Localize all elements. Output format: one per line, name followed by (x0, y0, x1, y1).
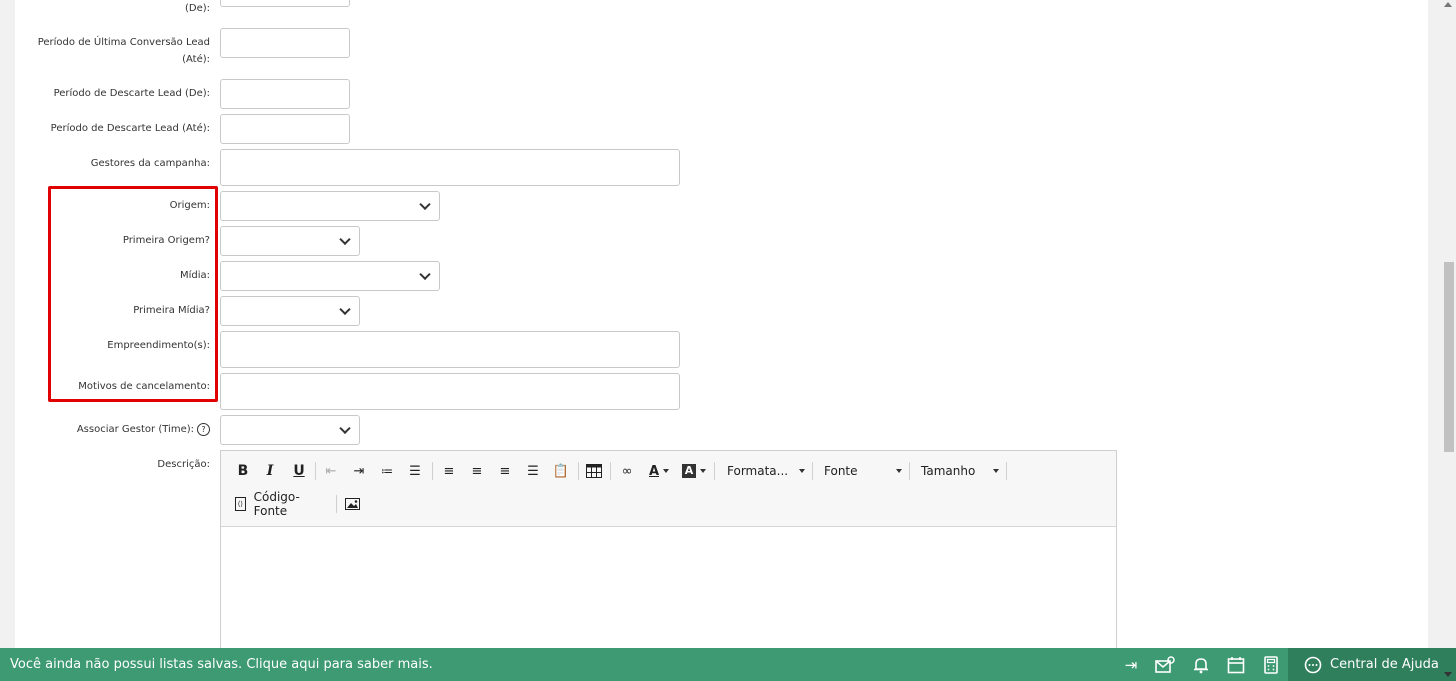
toolbar-separator (578, 462, 579, 480)
chevron-down-icon (799, 469, 805, 473)
toolbar-separator (812, 462, 813, 480)
field-label-assign-manager: Associar Gestor (Time):? (15, 421, 210, 438)
source-code-icon: ⟨⟩ (235, 497, 246, 511)
saved-lists-message[interactable]: Você ainda não possui listas salvas. Cli… (10, 657, 433, 672)
field-label-description: Descrição: (157, 459, 210, 470)
field-label-campaign-managers: Gestores da campanha: (90, 158, 210, 169)
assign-manager-select[interactable] (220, 415, 360, 445)
assign-manager-label-text: Associar Gestor (Time): (76, 424, 194, 435)
period-last-conversion-from-input[interactable] (220, 0, 350, 7)
toolbar-separator (315, 462, 316, 480)
campaign-managers-input[interactable] (220, 149, 680, 186)
toolbar-separator (1006, 462, 1007, 480)
scroll-up-icon[interactable] (1444, 2, 1452, 7)
first-origin-select[interactable] (220, 226, 360, 256)
help-center-button[interactable]: Central de Ajuda (1288, 648, 1456, 681)
first-media-select[interactable] (220, 296, 360, 326)
calendar-icon[interactable] (1226, 655, 1246, 675)
field-label-last-conversion: Período de Última Conversão Lead (37, 37, 210, 48)
chevron-down-icon (896, 469, 902, 473)
indent-icon[interactable]: ⇥ (349, 460, 369, 482)
numbered-list-icon[interactable]: ≔ (377, 460, 397, 482)
toolbar-separator (610, 462, 611, 480)
toolbar-separator (336, 495, 337, 513)
vertical-scrollbar[interactable] (1440, 0, 1456, 648)
link-icon[interactable]: ∞ (617, 460, 637, 482)
bullet-list-icon[interactable]: ☰ (405, 460, 425, 482)
size-dropdown[interactable]: Tamanho (921, 460, 999, 482)
period-discard-to-input[interactable] (220, 114, 350, 144)
scroll-down-icon[interactable] (1444, 672, 1452, 677)
bottom-notification-bar: Você ainda não possui listas salvas. Cli… (0, 648, 1456, 681)
origin-select[interactable] (220, 191, 440, 221)
scrollbar-thumb[interactable] (1444, 262, 1454, 452)
help-icon[interactable]: ? (197, 422, 210, 436)
source-code-label: Código-Fonte (253, 490, 300, 518)
bell-icon[interactable] (1191, 655, 1211, 675)
align-center-icon[interactable]: ≡ (467, 460, 487, 482)
chevron-down-icon (993, 469, 999, 473)
mail-settings-icon[interactable] (1155, 655, 1175, 675)
period-last-conversion-to-input[interactable] (220, 28, 350, 58)
paste-icon[interactable]: 📋 (551, 460, 571, 482)
font-dropdown[interactable]: Fonte (824, 460, 902, 482)
highlight-box (48, 186, 218, 402)
font-dropdown-label: Fonte (824, 464, 858, 478)
form-page: (De): Período de Última Conversão Lead (… (15, 0, 1428, 648)
format-dropdown-label: Formata... (727, 464, 789, 478)
editor-toolbar: B I U ⇤ ⇥ ≔ ☰ ≡ ≡ ≡ ☰ 📋 ∞ A A Formata...… (221, 451, 1116, 527)
background-color-icon[interactable]: A (679, 460, 709, 482)
exit-to-right-icon[interactable]: ⇥ (1121, 655, 1141, 675)
toolbar-separator (714, 462, 715, 480)
align-right-icon[interactable]: ≡ (495, 460, 515, 482)
source-code-button[interactable]: ⟨⟩ Código-Fonte (235, 490, 330, 518)
help-center-label: Central de Ajuda (1330, 657, 1439, 672)
calculator-icon[interactable] (1261, 655, 1281, 675)
table-icon[interactable] (583, 460, 605, 482)
rich-text-editor: B I U ⇤ ⇥ ≔ ☰ ≡ ≡ ≡ ☰ 📋 ∞ A A Formata...… (220, 450, 1117, 648)
period-discard-from-input[interactable] (220, 79, 350, 109)
format-dropdown[interactable]: Formata... (727, 460, 805, 482)
image-icon[interactable] (341, 493, 363, 515)
cancellation-reasons-input[interactable] (220, 373, 680, 410)
developments-input[interactable] (220, 331, 680, 368)
media-select[interactable] (220, 261, 440, 291)
justify-icon[interactable]: ☰ (523, 460, 543, 482)
bold-icon[interactable]: B (233, 460, 253, 482)
outdent-icon[interactable]: ⇤ (321, 460, 341, 482)
toolbar-separator (909, 462, 910, 480)
text-color-icon[interactable]: A (645, 460, 673, 482)
field-label-ate: (Até): (182, 54, 210, 65)
size-dropdown-label: Tamanho (921, 464, 976, 478)
chat-icon (1304, 656, 1322, 674)
field-label-de: (De): (184, 3, 210, 14)
align-left-icon[interactable]: ≡ (439, 460, 459, 482)
toolbar-separator (432, 462, 433, 480)
field-label-discard-to: Período de Descarte Lead (Até): (50, 123, 210, 134)
underline-icon[interactable]: U (289, 460, 309, 482)
editor-content-area[interactable] (221, 527, 1116, 648)
field-label-discard-from: Período de Descarte Lead (De): (53, 88, 210, 99)
italic-icon[interactable]: I (260, 460, 280, 482)
